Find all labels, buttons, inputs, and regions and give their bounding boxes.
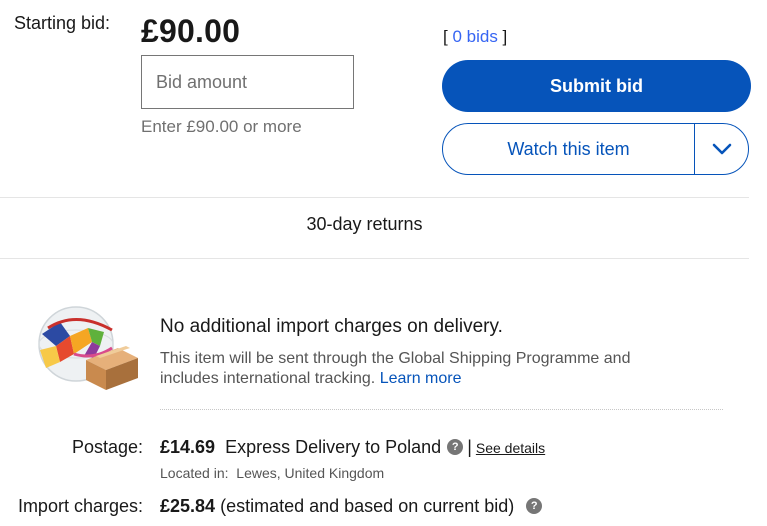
import-charges-label: Import charges:: [17, 496, 143, 516]
bid-amount-input[interactable]: [141, 55, 354, 109]
learn-more-link[interactable]: Learn more: [380, 370, 462, 387]
import-charges-heading: No additional import charges on delivery…: [160, 316, 503, 337]
bid-count-close: ]: [497, 27, 508, 46]
located-label: Located in:: [160, 465, 229, 481]
postage-separator: |: [467, 437, 472, 457]
help-icon[interactable]: ?: [526, 498, 543, 515]
postage-label: Postage:: [71, 437, 143, 457]
chevron-down-icon: [712, 143, 731, 155]
starting-bid-label: Starting bid:: [14, 13, 111, 33]
watch-dropdown-toggle[interactable]: [695, 124, 748, 174]
item-location: Located in: Lewes, United Kingdom: [160, 465, 384, 481]
dotted-divider: [160, 409, 723, 410]
import-charges-value: £25.84 (estimated and based on current b…: [160, 496, 546, 517]
located-value: Lewes, United Kingdom: [236, 465, 385, 481]
help-icon[interactable]: ?: [447, 439, 464, 456]
section-divider: [0, 197, 749, 198]
submit-bid-button[interactable]: Submit bid: [442, 60, 751, 112]
section-divider: [0, 258, 749, 259]
import-charges-price: £25.84: [160, 496, 216, 516]
starting-bid-price: £90.00: [141, 13, 241, 49]
watch-item-button[interactable]: Watch this item: [443, 124, 695, 174]
import-charges-note: (estimated and based on current bid): [220, 496, 515, 516]
returns-policy: 30-day returns: [306, 214, 423, 234]
bid-count: [ 0 bids ]: [443, 27, 507, 47]
global-shipping-globe-box-icon: [38, 306, 138, 390]
postage-method: Express Delivery to Poland: [225, 437, 442, 457]
see-details-link[interactable]: See details: [476, 440, 545, 456]
global-shipping-description: This item will be sent through the Globa…: [160, 349, 690, 389]
watch-item-control: Watch this item: [442, 123, 749, 175]
bid-hint: Enter £90.00 or more: [141, 117, 302, 136]
postage-price: £14.69: [160, 437, 216, 457]
postage-value: £14.69 Express Delivery to Poland? | See d…: [160, 437, 545, 458]
bid-count-link[interactable]: 0 bids: [452, 27, 497, 46]
